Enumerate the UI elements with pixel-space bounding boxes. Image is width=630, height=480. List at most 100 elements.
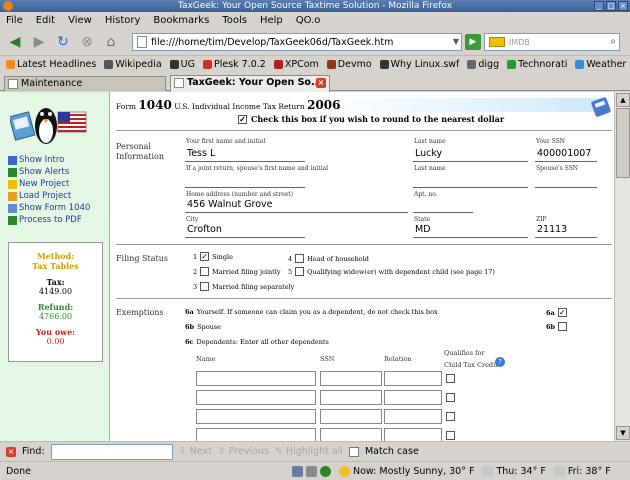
sidebar-item-load-project[interactable]: Load Project (8, 190, 90, 202)
last-name-field[interactable]: Lucky (413, 147, 528, 162)
url-dropdown-icon[interactable]: ▼ (453, 37, 459, 46)
find-input[interactable] (50, 443, 173, 460)
bookmark-item[interactable]: Why Linux.swf (379, 59, 459, 70)
security-icon[interactable] (320, 465, 331, 477)
filing-option-head-of-household[interactable]: 4 Head of household (288, 254, 369, 263)
search-icon[interactable]: ⌕ (610, 36, 616, 47)
spouse-checkbox[interactable] (558, 322, 568, 331)
menu-view[interactable]: View (66, 15, 94, 26)
dependent-relation-field[interactable] (384, 371, 442, 386)
addon-icon[interactable] (306, 465, 317, 477)
round-checkbox[interactable]: ✓ (238, 114, 247, 124)
spouse-ssn-field[interactable] (535, 173, 597, 188)
weather-thu[interactable]: Thu: 34° F (482, 465, 553, 477)
filing-option-qualifying-widow[interactable]: 5 Qualifying widow(er) with dependent ch… (288, 267, 495, 276)
menu-tools[interactable]: Tools (220, 15, 249, 26)
menu-file[interactable]: File (4, 15, 25, 26)
bookmark-item[interactable]: Devmo (326, 59, 372, 70)
bookmark-item[interactable]: Technorati (507, 59, 567, 70)
calculator-icon[interactable] (590, 96, 612, 118)
stop-icon[interactable]: ⊗ (78, 33, 96, 51)
find-previous-button[interactable]: ⇧ Previous (218, 446, 269, 457)
spouse-first-name-field[interactable] (185, 173, 305, 188)
maximize-button[interactable]: □ (606, 1, 616, 11)
highlight-all-button[interactable]: ✎ Highlight all (275, 446, 343, 457)
search-box[interactable]: IMDB ⌕ (484, 33, 620, 51)
go-button[interactable]: ▶ (465, 34, 481, 50)
bookmark-item[interactable]: Wikipedia (104, 59, 162, 70)
find-next-button[interactable]: ⇩ Next (179, 446, 212, 457)
menu-history[interactable]: History (103, 15, 143, 26)
city-field[interactable]: Crofton (185, 223, 305, 238)
dependent-ssn-field[interactable] (320, 409, 382, 424)
minimize-button[interactable]: _ (594, 1, 604, 11)
bookmark-item[interactable]: Weather (575, 59, 626, 70)
filing-option-married-jointly[interactable]: 2 Married filing jointly (193, 267, 281, 276)
match-case-checkbox[interactable] (348, 446, 359, 457)
bookmark-item[interactable]: UG (169, 59, 195, 70)
filing-option-single[interactable]: 1 ✓ Single (193, 252, 233, 261)
back-icon[interactable]: ◀ (6, 33, 24, 51)
sidebar-item-show-form-1040[interactable]: Show Form 1040 (8, 202, 90, 214)
address-field[interactable]: 456 Walnut Grove (185, 198, 408, 213)
married-separately-checkbox[interactable] (200, 282, 210, 291)
dependent-ctc-checkbox[interactable] (446, 431, 455, 440)
first-name-field[interactable]: Tess L (185, 147, 305, 162)
home-icon[interactable]: ⌂ (102, 33, 120, 51)
apt-field[interactable] (413, 198, 473, 213)
menu-edit[interactable]: Edit (34, 15, 57, 26)
spouse-last-name-field[interactable] (413, 173, 528, 188)
tab-close-icon[interactable]: × (316, 78, 326, 88)
dependent-name-field[interactable] (196, 390, 316, 405)
menu-qooo[interactable]: QO.o (294, 15, 323, 26)
close-button[interactable]: × (618, 1, 628, 11)
yourself-checkbox[interactable]: ✓ (557, 308, 567, 317)
dependent-name-field[interactable] (196, 428, 316, 441)
scroll-up-icon[interactable]: ▲ (616, 93, 630, 107)
reload-icon[interactable]: ↻ (54, 33, 72, 51)
bookmark-item[interactable]: Plesk 7.0.2 (202, 59, 266, 70)
sidebar-item-show-intro[interactable]: Show Intro (8, 154, 90, 166)
adblock-icon[interactable] (292, 465, 303, 477)
dependent-ssn-field[interactable] (320, 390, 382, 405)
sidebar-item-process-to-pdf[interactable]: Process to PDF (8, 214, 90, 226)
menu-bookmarks[interactable]: Bookmarks (151, 15, 211, 26)
menu-help[interactable]: Help (258, 15, 285, 26)
dependent-name-field[interactable] (196, 371, 316, 386)
dependent-ssn-field[interactable] (320, 428, 382, 441)
dependent-relation-field[interactable] (384, 428, 442, 441)
find-close-icon[interactable]: × (6, 446, 16, 457)
tab-taxgeek[interactable]: TaxGeek: Your Open So... × (170, 75, 330, 92)
spouse-ssn-label: Spouse's SSN (536, 165, 579, 172)
ssn-field[interactable]: 400001007 (535, 147, 597, 162)
forward-icon[interactable]: ▶ (30, 33, 48, 51)
scroll-thumb[interactable] (616, 108, 630, 178)
qualifying-widow-checkbox[interactable] (295, 267, 305, 276)
zip-field[interactable]: 21113 (535, 223, 597, 238)
dependent-ssn-field[interactable] (320, 371, 382, 386)
dependent-ctc-checkbox[interactable] (446, 374, 455, 383)
search-engine-icon[interactable] (489, 37, 505, 47)
dependent-relation-field[interactable] (384, 390, 442, 405)
sidebar-item-show-alerts[interactable]: Show Alerts (8, 166, 90, 178)
scroll-down-icon[interactable]: ▼ (616, 426, 630, 440)
dependent-relation-field[interactable] (384, 409, 442, 424)
bookmark-item[interactable]: Latest Headlines (6, 59, 96, 70)
dependent-ctc-checkbox[interactable] (446, 393, 455, 402)
tab-maintenance[interactable]: Maintenance (4, 76, 166, 91)
weather-fri[interactable]: Fri: 38° F (553, 465, 619, 477)
url-bar[interactable]: file:///home/tim/Develop/TaxGeek06d/TaxG… (132, 33, 462, 51)
bookmark-item[interactable]: XPCom (273, 59, 319, 70)
state-field[interactable]: MD (413, 223, 528, 238)
dependent-ctc-checkbox[interactable] (446, 412, 455, 421)
dependent-name-field[interactable] (196, 409, 316, 424)
help-icon[interactable]: ? (495, 357, 505, 367)
married-jointly-checkbox[interactable] (200, 267, 210, 276)
sidebar-item-new-project[interactable]: New Project (8, 178, 90, 190)
head-of-household-checkbox[interactable] (295, 254, 305, 263)
filing-option-married-separately[interactable]: 3 Married filing separately (193, 282, 294, 291)
weather-now[interactable]: Now: Mostly Sunny, 30° F (339, 465, 482, 477)
bookmark-item[interactable]: digg (467, 59, 499, 70)
vertical-scrollbar[interactable]: ▲ ▼ (614, 92, 630, 441)
single-checkbox[interactable]: ✓ (200, 252, 210, 261)
